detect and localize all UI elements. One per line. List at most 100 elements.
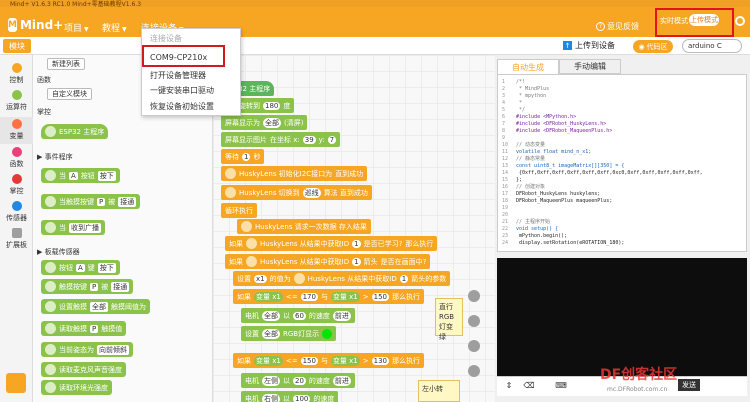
block-huskylens-request[interactable]: HuskyLens 请求一次数据 存入结果 — [237, 219, 371, 234]
block-field[interactable]: 1 — [399, 274, 409, 283]
block-field[interactable]: A — [76, 263, 85, 272]
block-screen-fill[interactable]: 屏幕显示为 全部 (清屏) — [221, 115, 308, 130]
palette-block-posture[interactable]: 当前姿态为 向前倾斜 — [41, 342, 133, 357]
block-field[interactable]: 100 — [293, 394, 311, 402]
block-field[interactable]: 右侧 — [262, 393, 280, 402]
block-field[interactable]: 按下 — [97, 262, 116, 273]
block-field[interactable]: 1 — [242, 152, 251, 161]
block-field[interactable]: 20 — [293, 376, 306, 385]
palette-block-light[interactable]: 读取环境光强度 — [41, 380, 112, 395]
mode-realtime-button[interactable]: 实时模式 — [660, 16, 688, 26]
block-field[interactable]: 左侧 — [262, 375, 280, 386]
code-editor[interactable]: 1/*! 2 * MindPlus 3 * mpython 4 * 5 */6 #incl… — [497, 74, 747, 252]
category-operators[interactable]: 运算符 — [0, 90, 33, 112]
block-field[interactable]: 接通 — [111, 281, 130, 292]
block-field[interactable]: 170 — [300, 292, 318, 301]
block-field[interactable]: 全部 — [90, 301, 108, 312]
block-field[interactable]: 180 — [263, 101, 281, 110]
zoom-out-icon[interactable] — [468, 315, 480, 327]
block-field[interactable]: 150 — [300, 356, 318, 365]
upload-to-device-button[interactable]: ↑ 上传到设备 — [563, 40, 615, 51]
block-field[interactable]: P — [90, 282, 99, 291]
block-field[interactable]: 7 — [327, 135, 337, 144]
palette-block-set-touch[interactable]: 设置触摸 全部 触摸阈值为 — [41, 299, 150, 314]
block-motor-forward[interactable]: 电机 全部以 60 的速度 前进 — [241, 308, 355, 323]
scroll-icon[interactable]: ⇕ — [503, 380, 515, 391]
block-field[interactable]: 前进 — [332, 310, 351, 321]
block-field[interactable]: 1 — [352, 239, 361, 248]
block-motor-right[interactable]: 电机 右侧以 100 的速度 — [241, 391, 339, 402]
category-extension-board[interactable]: 扩展板 — [0, 228, 33, 250]
tab-auto-generate[interactable]: 自动生成 — [497, 59, 559, 74]
rgb-color-swatch[interactable] — [322, 328, 333, 339]
block-field[interactable]: 变量 x1 — [254, 291, 283, 302]
new-list-button[interactable]: 新建列表 — [47, 58, 85, 70]
block-wait[interactable]: 等待 1 秒 — [221, 149, 265, 164]
block-if-range-2[interactable]: 如果 变量 x1 <= 150 与变量 x1 >130 那么执行 — [233, 353, 425, 368]
block-field[interactable]: 变量 x1 — [330, 355, 360, 366]
palette-block-when-button[interactable]: 当 A 按钮 按下 — [41, 168, 120, 183]
block-field[interactable]: 按下 — [97, 170, 116, 181]
palette-block-when-received[interactable]: 当收到广播 — [41, 220, 105, 235]
block-field[interactable]: 全部 — [262, 328, 280, 339]
board-select[interactable]: arduino C — [682, 39, 742, 53]
block-field[interactable]: 接通 — [118, 196, 137, 207]
feedback-button[interactable]: ? 意见反馈 — [596, 21, 639, 32]
menu-item-restore-device[interactable]: 恢复设备初始设置 — [150, 101, 214, 112]
menu-item-open-device-manager[interactable]: 打开设备管理器 — [150, 70, 206, 81]
tab-manual-edit[interactable]: 手动编辑 — [559, 59, 621, 74]
block-field[interactable]: 全部 — [263, 117, 281, 128]
block-loop[interactable]: 循环执行 — [221, 203, 257, 218]
block-field[interactable]: 39 — [302, 135, 316, 144]
palette-block-touch-key[interactable]: 触摸按键 P 被接通 — [41, 279, 134, 294]
send-button[interactable]: 发送 — [678, 379, 700, 391]
block-field[interactable]: 150 — [371, 292, 390, 301]
keyboard-icon[interactable]: ⌨ — [555, 380, 567, 391]
mode-upload-button[interactable]: 上传模式 — [689, 14, 719, 26]
block-field[interactable]: A — [69, 171, 78, 180]
custom-module-button[interactable]: 自定义模块 — [47, 88, 92, 100]
block-huskylens-init[interactable]: HuskyLens 初始化I2C接口为 直到成功 — [221, 166, 368, 181]
block-field[interactable]: 全部 — [262, 310, 280, 321]
palette-block-touch[interactable]: 当触摸按键 P 被接通 — [41, 194, 141, 209]
comment-note[interactable]: 直行 RGB灯变绿 — [435, 298, 463, 341]
zoom-reset-icon[interactable] — [468, 340, 480, 352]
block-show-image[interactable]: 屏幕显示图片 在坐标 x: 39 y: 7 — [221, 132, 341, 147]
block-field[interactable]: 收到广播 — [69, 222, 101, 233]
block-field[interactable]: 巡线 — [302, 187, 321, 198]
palette-block-button[interactable]: 按钮 A 键按下 — [41, 260, 120, 275]
block-field[interactable]: 变量 x1 — [254, 355, 283, 366]
block-motor-left[interactable]: 电机 左侧以 20 的速度 前进 — [241, 373, 355, 388]
category-variables[interactable]: 变量 — [0, 117, 33, 144]
block-field[interactable]: 变量 x1 — [330, 291, 360, 302]
block-field[interactable]: 1 — [352, 257, 361, 266]
block-if-learned[interactable]: 如果 HuskyLens 从结果中获取ID 1 是否已学习? 那么执行 — [225, 236, 438, 251]
menu-project[interactable]: 项目 ▼ — [64, 21, 89, 34]
block-field[interactable]: P — [97, 197, 106, 206]
category-mpython[interactable]: 掌控 — [0, 174, 33, 196]
menu-item-install-driver[interactable]: 一键安装串口驱动 — [150, 85, 214, 96]
code-workspace[interactable]: ESP32 主程序 屏幕旋转到 180 度 屏幕显示为 全部 (清屏) 屏幕显示图片 在坐… — [213, 55, 495, 402]
serial-console[interactable] — [497, 258, 747, 376]
zoom-in-icon[interactable] — [468, 290, 480, 302]
block-if-arrow[interactable]: 如果 HuskyLens 从结果中获取ID 1 箭头 是否在画面中? — [225, 254, 431, 269]
comment-note[interactable]: 左小转 — [418, 380, 460, 402]
palette-block-sound[interactable]: 读取麦克风声音强度 — [41, 362, 126, 377]
block-field[interactable]: 60 — [293, 311, 306, 320]
block-field[interactable]: 向前倾斜 — [97, 344, 129, 355]
block-if-range-1[interactable]: 如果 变量 x1 <= 170 与变量 x1 >150 那么执行 — [233, 289, 425, 304]
block-set-rgb[interactable]: 设置 全部 RGB灯显示 — [241, 326, 337, 341]
palette-block-read-touch[interactable]: 读取触摸 P 触摸值 — [41, 321, 127, 336]
menu-tutorial[interactable]: 教程 ▼ — [102, 21, 127, 34]
category-control[interactable]: 控制 — [0, 63, 33, 85]
block-huskylens-switch[interactable]: HuskyLens 切换到 巡线 算法 直到成功 — [221, 185, 372, 200]
tab-modules[interactable]: 模块 — [3, 39, 31, 53]
block-field[interactable]: 前进 — [332, 375, 351, 386]
undo-icon[interactable] — [468, 365, 480, 377]
gear-icon[interactable] — [735, 16, 745, 26]
category-sensors[interactable]: 传感器 — [0, 201, 33, 223]
clear-icon[interactable]: ⌫ — [523, 380, 535, 391]
block-field[interactable]: P — [90, 324, 99, 333]
block-field[interactable]: 130 — [371, 356, 390, 365]
extensions-icon[interactable] — [6, 373, 26, 393]
